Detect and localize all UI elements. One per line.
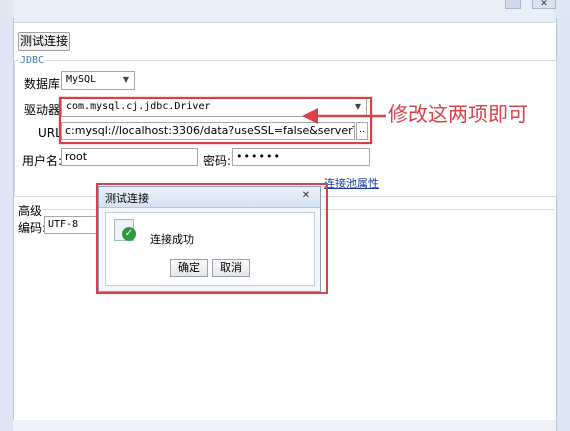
password-input-value: ••••••	[236, 150, 281, 163]
close-icon[interactable]: ✕	[298, 189, 314, 203]
window-right-frame	[556, 18, 570, 431]
database-select-value: MySQL	[66, 74, 97, 85]
window-left-frame	[0, 18, 14, 431]
advanced-section-label: 高级	[18, 204, 43, 218]
password-input[interactable]: ••••••	[232, 148, 370, 166]
jdbc-group-label: JDBC	[18, 55, 47, 66]
minimize-button[interactable]	[505, 0, 521, 9]
cancel-button[interactable]: 取消	[212, 259, 250, 277]
username-label: 用户名:	[22, 154, 63, 168]
dialog-body: ✓ 连接成功 确定 取消	[105, 212, 315, 286]
encoding-label: 编码:	[18, 221, 47, 235]
window-bottom-frame	[13, 420, 556, 431]
window-close-button[interactable]: ✕	[532, 0, 556, 9]
chevron-down-icon[interactable]: ▼	[120, 74, 132, 86]
titlebar-edge	[14, 0, 554, 23]
connection-pool-link[interactable]: 连接池属性	[324, 175, 379, 191]
test-connection-dialog: 测试连接 ✕ ✓ 连接成功 确定 取消	[98, 186, 321, 292]
annotation-text: 修改这两项即可	[388, 102, 528, 126]
annotation-arrow	[302, 108, 386, 124]
dialog-title: 测试连接	[105, 192, 149, 205]
password-label: 密码:	[203, 154, 232, 168]
ok-button[interactable]: 确定	[170, 259, 208, 277]
database-label: 数据库:	[24, 77, 65, 91]
encoding-select[interactable]: UTF-8	[44, 216, 100, 234]
dialog-message: 连接成功	[150, 233, 194, 246]
success-icon: ✓	[114, 219, 136, 241]
window-titlebar: ✕	[0, 0, 570, 23]
check-circle-icon: ✓	[122, 227, 136, 241]
username-input[interactable]: root	[61, 148, 198, 166]
database-select[interactable]: MySQL ▼	[61, 71, 135, 90]
encoding-select-value: UTF-8	[48, 219, 79, 230]
dialog-titlebar: 测试连接 ✕	[99, 187, 320, 208]
test-connection-button[interactable]: 测试连接	[18, 32, 70, 51]
username-input-value: root	[65, 150, 88, 163]
